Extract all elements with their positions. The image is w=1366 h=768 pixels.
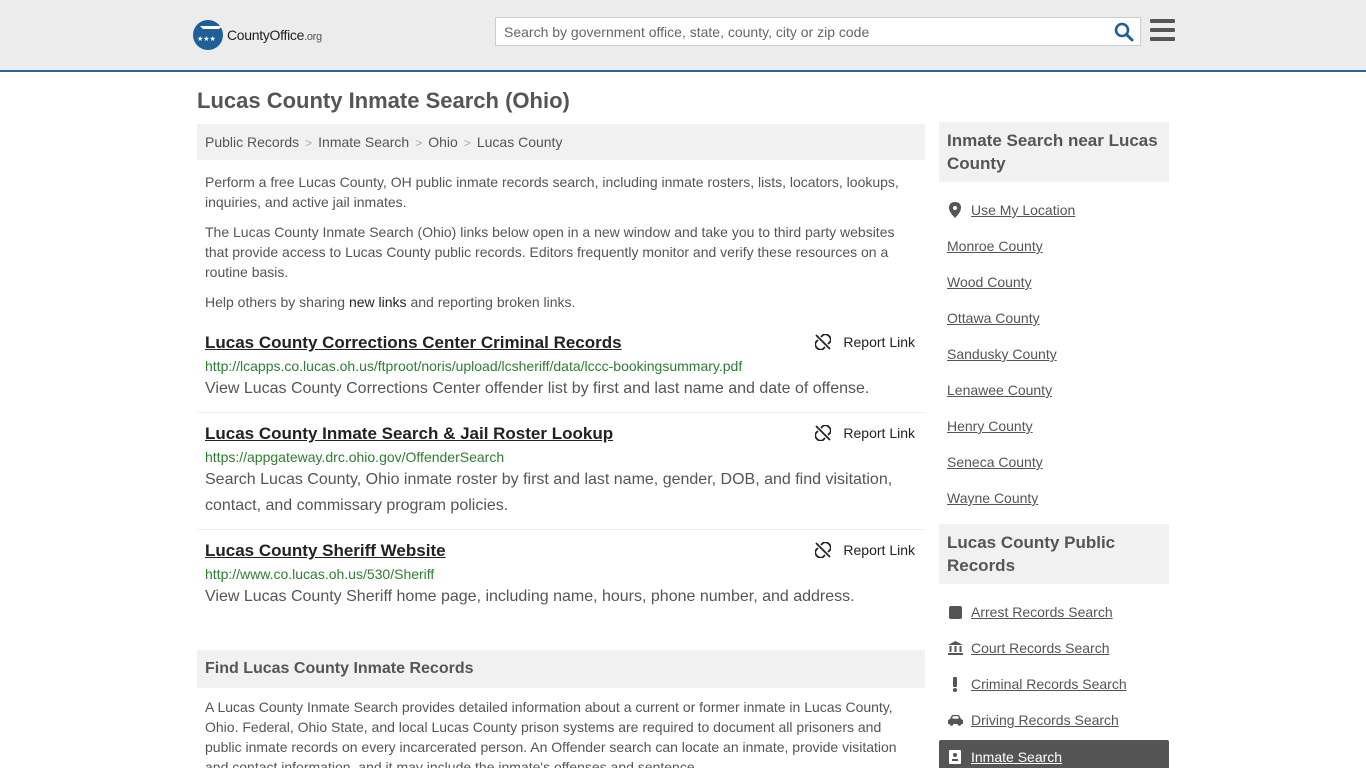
sidebar-item-inmate-search[interactable]: Inmate Search: [939, 740, 1169, 768]
intro-paragraph: Perform a free Lucas County, OH public i…: [205, 174, 899, 210]
court-records-link[interactable]: Court Records Search: [971, 640, 1110, 656]
nearby-county-item: Monroe County: [947, 228, 1161, 264]
records-item: Arrest Records Search: [947, 594, 1161, 630]
use-location-item: Use My Location: [947, 192, 1161, 228]
public-records-heading: Lucas County Public Records: [939, 524, 1169, 584]
nearby-list: Use My Location Monroe County Wood Count…: [939, 182, 1169, 516]
report-link-button[interactable]: Report Link: [815, 542, 915, 558]
records-item: Criminal Records Search: [947, 666, 1161, 702]
nearby-county-item: Sandusky County: [947, 336, 1161, 372]
nearby-county-link[interactable]: Monroe County: [947, 238, 1043, 254]
hamburger-menu-icon[interactable]: [1150, 19, 1175, 41]
arrest-records-link[interactable]: Arrest Records Search: [971, 604, 1113, 620]
intro-text: Perform a free Lucas County, OH public i…: [197, 172, 925, 312]
search-input[interactable]: [496, 18, 1096, 45]
driving-records-link[interactable]: Driving Records Search: [971, 712, 1119, 728]
share-paragraph: Help others by sharing new links and rep…: [205, 294, 576, 310]
nearby-county-item: Ottawa County: [947, 300, 1161, 336]
public-records-list: Arrest Records Search Court Records Sear…: [939, 584, 1169, 738]
exclamation-icon: [947, 676, 963, 692]
nearby-county-item: Wayne County: [947, 480, 1161, 516]
broken-link-icon: [815, 334, 832, 350]
breadcrumb-current: Lucas County: [476, 134, 563, 150]
records-item: Court Records Search: [947, 630, 1161, 666]
intro-paragraph: The Lucas County Inmate Search (Ohio) li…: [205, 224, 895, 280]
courthouse-icon: [947, 640, 963, 656]
nearby-county-item: Henry County: [947, 408, 1161, 444]
result-url: https://appgateway.drc.ohio.gov/Offender…: [205, 449, 505, 465]
breadcrumb-ohio[interactable]: Ohio: [428, 134, 458, 150]
result-title-link[interactable]: Lucas County Corrections Center Criminal…: [205, 332, 622, 354]
site-header: CountyOffice.org: [0, 0, 1366, 72]
breadcrumb-separator: >: [463, 136, 471, 150]
nearby-county-link[interactable]: Henry County: [947, 418, 1033, 434]
result-item: Lucas County Corrections Center Criminal…: [197, 332, 925, 413]
result-item: Lucas County Sheriff Website Report Link…: [197, 540, 925, 620]
nearby-county-link[interactable]: Wood County: [947, 274, 1032, 290]
report-link-button[interactable]: Report Link: [815, 425, 915, 441]
logo-text: CountyOffice.org: [227, 27, 322, 43]
result-title-link[interactable]: Lucas County Inmate Search & Jail Roster…: [205, 423, 613, 445]
nearby-county-link[interactable]: Ottawa County: [947, 310, 1040, 326]
search-icon[interactable]: [1114, 22, 1134, 42]
inmate-search-link[interactable]: Inmate Search: [971, 749, 1062, 765]
criminal-records-link[interactable]: Criminal Records Search: [971, 676, 1127, 692]
sidebar: Inmate Search near Lucas County Use My L…: [939, 122, 1169, 768]
search-bar: [495, 17, 1141, 46]
use-my-location-link[interactable]: Use My Location: [971, 202, 1075, 218]
site-logo[interactable]: CountyOffice.org: [193, 20, 322, 50]
id-card-icon: [947, 749, 963, 765]
breadcrumb-separator: >: [415, 136, 423, 150]
result-title-link[interactable]: Lucas County Sheriff Website: [205, 540, 446, 562]
find-records-heading: Find Lucas County Inmate Records: [197, 650, 925, 688]
broken-link-icon: [815, 542, 832, 558]
broken-link-icon: [815, 425, 832, 441]
square-icon: [947, 604, 963, 620]
breadcrumb-separator: >: [305, 136, 313, 150]
county-seal-icon: [193, 20, 223, 50]
main-content: Public Records > Inmate Search > Ohio > Lucas …: [197, 124, 925, 630]
car-icon: [947, 712, 963, 728]
map-pin-icon: [947, 202, 963, 218]
result-description: View Lucas County Sheriff home page, inc…: [205, 588, 855, 605]
breadcrumb-inmate-search[interactable]: Inmate Search: [318, 134, 409, 150]
result-description: View Lucas County Corrections Center off…: [205, 380, 870, 397]
nearby-heading: Inmate Search near Lucas County: [939, 122, 1169, 182]
nearby-county-item: Lenawee County: [947, 372, 1161, 408]
records-item: Driving Records Search: [947, 702, 1161, 738]
result-description: Search Lucas County, Ohio inmate roster …: [205, 471, 893, 514]
nearby-county-item: Wood County: [947, 264, 1161, 300]
nearby-county-link[interactable]: Seneca County: [947, 454, 1043, 470]
public-records-section: Lucas County Public Records Arrest Recor…: [939, 524, 1169, 768]
result-url: http://www.co.lucas.oh.us/530/Sheriff: [205, 566, 435, 582]
report-link-button[interactable]: Report Link: [815, 334, 915, 350]
breadcrumb-public-records[interactable]: Public Records: [205, 134, 299, 150]
page-title: Lucas County Inmate Search (Ohio): [197, 88, 570, 113]
results-list: Lucas County Corrections Center Criminal…: [197, 332, 925, 620]
nearby-county-link[interactable]: Lenawee County: [947, 382, 1052, 398]
result-item: Lucas County Inmate Search & Jail Roster…: [197, 423, 925, 530]
new-links-link[interactable]: new links: [349, 294, 407, 310]
breadcrumb: Public Records > Inmate Search > Ohio > Lucas …: [197, 124, 925, 160]
nearby-county-link[interactable]: Sandusky County: [947, 346, 1057, 362]
find-records-body: A Lucas County Inmate Search provides de…: [205, 699, 897, 768]
nearby-county-item: Seneca County: [947, 444, 1161, 480]
nearby-county-link[interactable]: Wayne County: [947, 490, 1038, 506]
result-url: http://lcapps.co.lucas.oh.us/ftproot/nor…: [205, 358, 743, 374]
